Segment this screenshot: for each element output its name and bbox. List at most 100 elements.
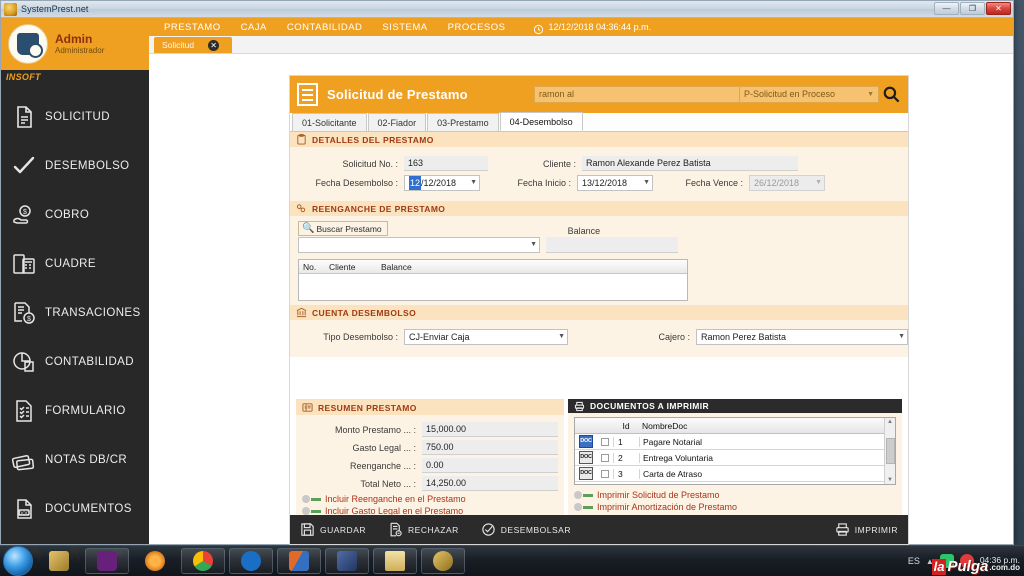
buscar-prestamo-label: Buscar Prestamo [316,223,382,234]
minimize-button[interactable]: — [934,2,959,15]
cajero-select[interactable]: Ramon Perez Batista ▼ [696,329,908,345]
table-row[interactable]: DOC 2 Entrega Voluntaria [575,450,884,466]
maximize-button[interactable]: ❐ [960,2,985,15]
avatar [8,24,48,64]
sidebar-item-cuadre[interactable]: CUADRE [1,239,149,288]
page-title: Solicitud de Prestamo [327,87,468,102]
windows-taskbar: ES ▲ 04:36 p.m. la Pulga .com.do [0,545,1024,576]
status-filter-value: P-Solicitud en Proceso [744,89,836,99]
section-title: DOCUMENTOS A IMPRIMIR [590,401,710,411]
save-button[interactable]: GUARDAR [300,522,366,537]
row-checkbox[interactable] [601,469,609,478]
tipo-desembolso-select[interactable]: CJ-Enviar Caja ▼ [404,329,568,345]
media-player-icon [145,551,165,571]
sidebar-item-notas-db-cr[interactable]: NOTAS DB/CR [1,435,149,484]
money-list-icon: $ [302,402,313,413]
toggle-imprimir-recibo[interactable]: Imprimir Recibo de Desembolso [574,514,902,515]
toggle-incluir-gasto-legal[interactable]: Incluir Gasto Legal en el Prestamo [302,506,564,515]
sidebar-item-documentos[interactable]: DOC DOCUMENTOS [1,484,149,533]
table-row[interactable]: DOC 3 Carta de Atraso [575,466,884,482]
table-row[interactable]: DOC 1 Pagare Notarial [575,434,884,450]
taskbar-item-paint[interactable] [277,548,321,574]
sidebar-item-contabilidad[interactable]: CONTABILIDAD [1,337,149,386]
monto-prestamo-field[interactable]: 15,000.00 [422,422,558,437]
sidebar-item-transaciones[interactable]: $ TRANSACIONES [1,288,149,337]
taskbar-item-visual-studio[interactable] [85,548,129,574]
window-controls[interactable]: — ❐ ✕ [934,2,1011,15]
taskbar-item-network-computer[interactable] [325,548,369,574]
search-input[interactable]: ramon al [534,86,739,103]
window-titlebar: SystemPrest.net — ❐ ✕ [1,1,1013,18]
monto-prestamo-label: Monto Prestamo ... : [334,424,416,435]
link-chain-icon [296,203,307,214]
doc-folder-icon: DOC [12,497,36,521]
taskbar-item-media-player[interactable] [133,548,177,574]
scroll-down-icon[interactable]: ▼ [887,477,893,483]
user-profile-block[interactable]: Admin Administrador INSOFT [1,18,149,82]
taskbar-item-tools[interactable] [37,548,81,574]
watermark-domain: .com.do [989,563,1020,572]
fecha-desembolso-day-selected: 12 [409,176,422,190]
check-icon [12,154,36,178]
sidebar-item-desembolso[interactable]: DESEMBOLSO [1,141,149,190]
reenganche-field[interactable]: 0.00 [422,458,558,473]
search-icon[interactable] [882,85,901,104]
buscar-prestamo-button[interactable]: 🔍 Buscar Prestamo [298,221,388,236]
total-neto-field[interactable]: 14,250.00 [422,476,558,491]
disburse-label: DESEMBOLSAR [500,524,571,535]
taskbar-item-teamviewer[interactable] [229,548,273,574]
toggle-incluir-reenganche[interactable]: Incluir Reenganche en el Prestamo [302,494,564,504]
menubar-clock: 12/12/2018 04:36:44 p.m. [533,22,651,34]
status-filter-select[interactable]: P-Solicitud en Proceso ▼ [739,86,879,103]
documentos-imprimir-panel: DOCUMENTOS A IMPRIMIR Id NombreDoc DOC 1… [568,399,902,515]
calculator-icon [12,252,36,276]
disburse-button[interactable]: DESEMBOLSAR [481,522,571,537]
tab-02-fiador[interactable]: 02-Fiador [367,113,427,131]
reject-button[interactable]: RECHAZAR [388,522,459,537]
language-indicator[interactable]: ES [908,556,920,566]
menu-item-prestamo[interactable]: PRESTAMO [164,22,221,33]
row-checkbox[interactable] [601,437,609,446]
sidebar-item-label: COBRO [45,208,90,221]
network-computer-icon [337,551,357,571]
reenganche-prestamo-select[interactable]: ▼ [298,237,540,253]
reenganche-balance-field [546,237,678,253]
print-button[interactable]: IMPRIMIR [835,522,898,537]
menu-item-contabilidad[interactable]: CONTABILIDAD [287,22,363,33]
fecha-inicio-field[interactable]: 13/12/2018 ▼ [577,175,653,191]
reenganche-label: Reenganche ... : [349,460,416,471]
tab-04-desembolso[interactable]: 04-Desembolso [499,112,583,131]
tab-03-prestamo[interactable]: 03-Prestamo [427,113,499,131]
menu-item-procesos[interactable]: PROCESOS [448,22,506,33]
tab-01-solicitante[interactable]: 01-Solicitante [292,113,367,131]
menu-item-caja[interactable]: CAJA [241,22,267,33]
sidebar-item-formulario[interactable]: FORMULARIO [1,386,149,435]
document-tab-solicitud[interactable]: Solicitud ✕ [154,37,232,53]
app-icon [4,2,17,16]
solicitud-no-field[interactable]: 163 [404,156,488,171]
watermark: la Pulga .com.do [931,559,1020,575]
sidebar-item-cobro[interactable]: $ COBRO [1,190,149,239]
chevron-down-icon: ▼ [643,179,650,186]
scroll-up-icon[interactable]: ▲ [887,419,893,425]
gasto-legal-field[interactable]: 750.00 [422,440,558,455]
close-button[interactable]: ✕ [986,2,1011,15]
taskbar-item-folder[interactable] [373,548,417,574]
scrollbar-thumb[interactable] [885,438,895,464]
taskbar-item-money-app[interactable] [421,548,465,574]
fecha-desembolso-field[interactable]: 12/12/2018 ▼ [404,175,480,191]
documentos-grid-scrollbar[interactable]: ▲ ▼ [884,418,895,484]
doc-icon: DOC [579,451,593,464]
hamburger-icon[interactable] [297,83,318,106]
windows-start-icon[interactable] [3,546,33,576]
close-icon[interactable]: ✕ [208,39,220,51]
toggle-imprimir-solicitud[interactable]: Imprimir Solicitud de Prestamo [574,490,902,500]
row-checkbox[interactable] [601,453,609,462]
sidebar-item-solicitud[interactable]: SOLICITUD [1,92,149,141]
menu-item-sistema[interactable]: SISTEMA [382,22,427,33]
toggle-imprimir-amortizacion[interactable]: Imprimir Amortización de Prestamo [574,502,902,512]
cliente-field[interactable]: Ramon Alexande Perez Batista [582,156,798,171]
taskbar-item-chrome[interactable] [181,548,225,574]
documentos-grid[interactable]: Id NombreDoc DOC 1 Pagare Notarial DOC 2… [574,417,896,485]
section-header-detalles: DETALLES DEL PRESTAMO [290,132,908,147]
